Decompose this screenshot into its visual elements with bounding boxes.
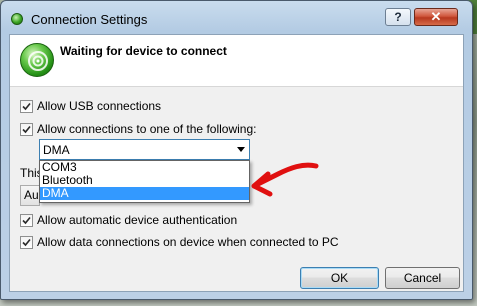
status-header: Waiting for device to connect <box>10 35 463 87</box>
close-button[interactable]: ✕ <box>414 8 458 26</box>
ok-button[interactable]: OK <box>300 267 379 289</box>
annotation-arrow-icon <box>251 162 319 197</box>
allow-one-of-row[interactable]: Allow connections to one of the followin… <box>20 122 256 136</box>
connection-type-select[interactable]: DMA <box>39 139 250 160</box>
auto-auth-row[interactable]: Allow automatic device authentication <box>20 213 237 227</box>
connection-type-dropdown-list[interactable]: COM3 Bluetooth DMA <box>39 160 250 203</box>
auto-auth-checkbox[interactable] <box>20 213 33 227</box>
help-button[interactable]: ? <box>385 8 411 26</box>
status-title: Waiting for device to connect <box>60 44 227 58</box>
dropdown-option-bluetooth[interactable]: Bluetooth <box>40 174 249 187</box>
obscured-field[interactable]: Au <box>20 185 40 206</box>
allow-usb-label: Allow USB connections <box>37 99 162 113</box>
chevron-down-icon[interactable] <box>232 140 249 159</box>
dialog-client-area: Waiting for device to connect Allow USB … <box>9 34 464 292</box>
dropdown-option-dma[interactable]: DMA <box>40 187 249 200</box>
allow-one-of-label: Allow connections to one of the followin… <box>37 122 257 136</box>
allow-one-of-checkbox[interactable] <box>20 122 33 136</box>
data-connections-row[interactable]: Allow data connections on device when co… <box>20 235 339 249</box>
window-title: Connection Settings <box>31 12 148 27</box>
connection-status-icon <box>20 43 54 77</box>
title-bar[interactable]: Connection Settings ? ✕ <box>1 1 472 34</box>
auto-auth-label: Allow automatic device authentication <box>37 213 238 227</box>
connection-settings-dialog: Connection Settings ? ✕ Waiting for devi… <box>0 0 473 300</box>
data-connections-checkbox[interactable] <box>20 235 33 249</box>
connection-type-value: DMA <box>43 142 70 157</box>
obscured-description-text: This <box>20 166 39 180</box>
cancel-button[interactable]: Cancel <box>385 267 460 289</box>
app-icon <box>11 13 23 25</box>
data-connections-label: Allow data connections on device when co… <box>37 235 339 249</box>
allow-usb-checkbox[interactable] <box>20 99 33 113</box>
allow-usb-row[interactable]: Allow USB connections <box>20 99 161 113</box>
